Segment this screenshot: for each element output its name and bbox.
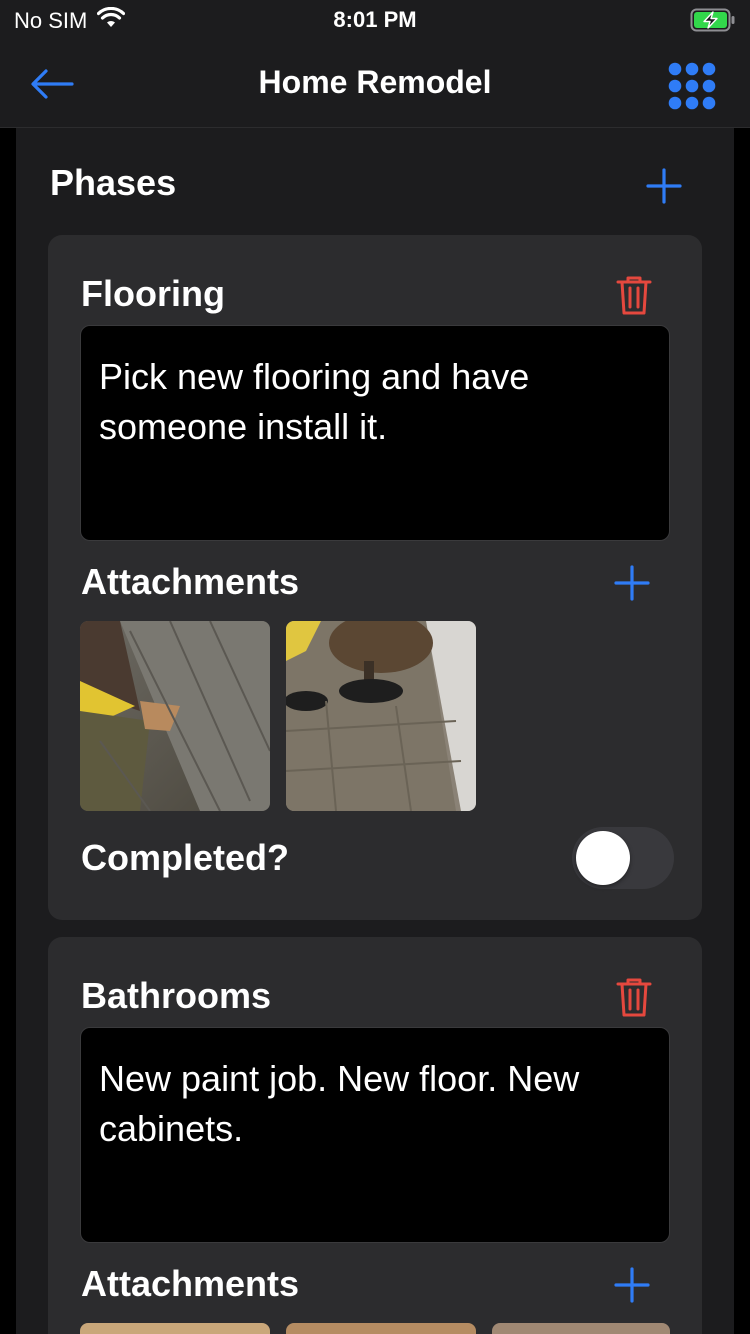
delete-phase-button[interactable] <box>614 975 654 1019</box>
phase-title: Bathrooms <box>81 975 272 1016</box>
attachment-thumbnail[interactable] <box>286 621 476 811</box>
toggle-knob <box>576 831 630 885</box>
completed-label: Completed? <box>81 837 290 878</box>
floor-photo-icon <box>286 621 476 811</box>
trash-icon <box>616 276 652 315</box>
attachment-thumbnail[interactable] <box>286 1323 476 1334</box>
screen: No SIM 8:01 PM Home Remodel Phases Floor… <box>0 0 750 1334</box>
add-attachment-button[interactable] <box>610 561 654 605</box>
add-attachment-button[interactable] <box>610 1263 654 1307</box>
floor-photo-icon <box>80 621 270 811</box>
trash-icon <box>616 978 652 1017</box>
battery-charging-icon <box>690 8 736 37</box>
attachments-label: Attachments <box>81 1263 300 1304</box>
phase-description-field[interactable]: New paint job. New floor. New cabinets. <box>80 1027 670 1243</box>
delete-phase-button[interactable] <box>614 273 654 317</box>
grid-icon <box>668 62 716 110</box>
phase-title: Flooring <box>81 273 225 314</box>
plus-icon <box>614 565 650 601</box>
menu-button[interactable] <box>668 62 716 110</box>
phase-description-field[interactable]: Pick new flooring and have someone insta… <box>80 325 670 541</box>
status-bar: No SIM 8:01 PM <box>0 0 750 40</box>
navigation-bar: Home Remodel <box>0 40 750 128</box>
nav-title: Home Remodel <box>258 64 492 100</box>
plus-icon <box>614 1267 650 1303</box>
completed-toggle[interactable] <box>572 827 674 889</box>
attachment-thumbnail[interactable] <box>80 621 270 811</box>
phases-header: Phases <box>50 162 177 203</box>
add-phase-button[interactable] <box>642 164 686 208</box>
attachment-thumbnail[interactable] <box>80 1323 270 1334</box>
attachment-thumbnail[interactable] <box>492 1323 670 1334</box>
attachments-label: Attachments <box>81 561 300 602</box>
phase-card: Bathrooms New paint job. New floor. New … <box>48 937 702 1334</box>
status-time: 8:01 PM <box>333 7 417 32</box>
phase-card: Flooring Pick new flooring and have some… <box>48 235 702 920</box>
plus-icon <box>646 168 682 204</box>
